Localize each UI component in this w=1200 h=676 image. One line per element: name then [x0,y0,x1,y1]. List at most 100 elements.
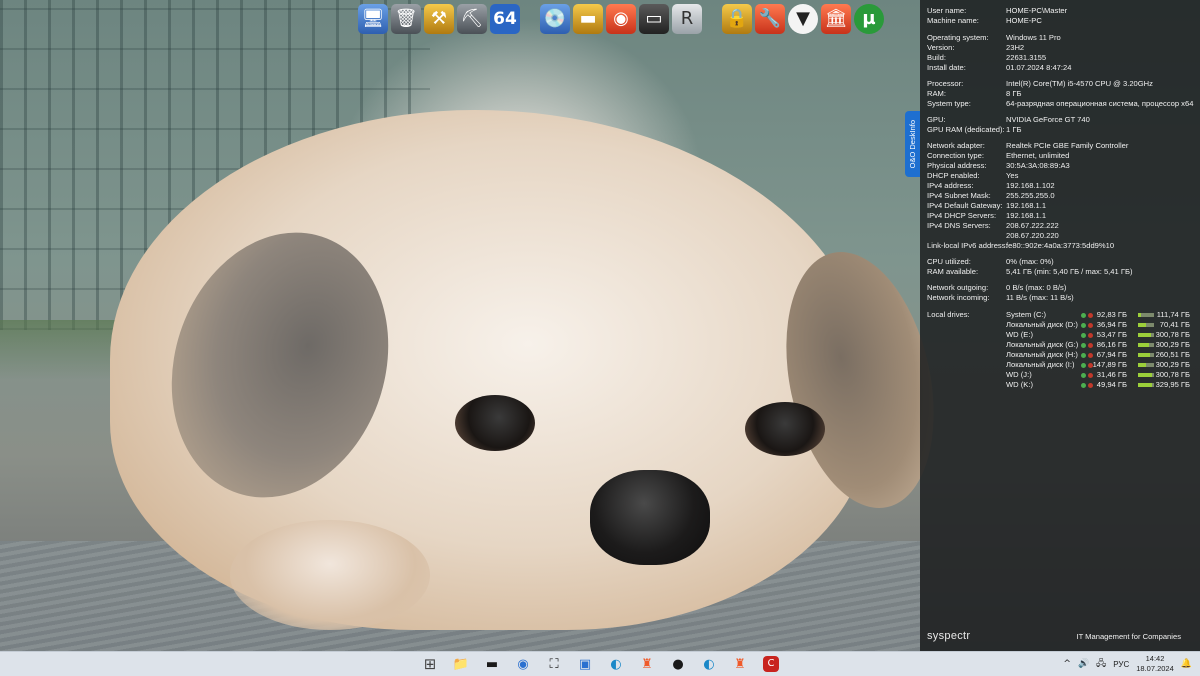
drive-free: 49,94 ГБ [1096,380,1127,389]
drive-status-dot [1088,382,1093,388]
info-key: Processor: [927,79,964,88]
brave-icon[interactable]: ♜ [635,653,659,675]
fox-mask-icon[interactable]: ▼ [788,4,818,34]
volume-icon[interactable]: 🔊 [1078,659,1089,669]
info-row: Operating system: Windows 11 Pro [927,33,1197,43]
aida64-icon[interactable]: 64 [490,4,520,34]
info-row: IPv4 address: 192.168.1.102 [927,181,1197,191]
top-dock: 🖥 🗑 ⚒ ⛏ 64 💿 ▬ ◉ ▭ R 🔒 🔧 ▼ 🏛 µ [358,3,884,35]
red-app-icon[interactable]: C [763,656,779,672]
drive-usage-fill [1138,313,1141,317]
info-value: 11 B/s (max: 11 B/s) [1006,293,1074,302]
info-value: 01.07.2024 8:47:24 [1006,63,1072,72]
network-app-icon[interactable]: ⛶ [542,653,566,675]
info-key: RAM available: [927,267,979,276]
info-row: IPv4 DNS Servers: 208.67.222.222 [927,221,1197,231]
drive-usage-bar [1138,353,1154,357]
tools-icon[interactable]: ⚒ [424,4,454,34]
info-row: 208.67.220.220 [927,231,1197,241]
drive-row: Local drives: System (C:) 92,83 ГБ 111,74 Г… [927,310,1197,320]
image-viewer-icon[interactable]: ▣ [573,653,597,675]
info-row: Machine name: HOME-PC [927,16,1197,26]
info-row: Network outgoing: 0 B/s (max: 0 B/s) [927,283,1197,293]
eye-app-icon[interactable]: ◉ [606,4,636,34]
info-key: Build: [927,53,946,62]
drive-status-dot [1081,352,1086,358]
info-value: 208.67.220.220 [1006,231,1059,240]
wallpaper-dog-paw [230,520,430,630]
notification-bell-icon[interactable]: 🔔 [1181,659,1192,669]
info-row: Physical address: 30:5A:3A:08:89:A3 [927,161,1197,171]
info-value: HOME-PC [1006,16,1042,25]
drive-status-dot [1088,332,1093,338]
drive-row: WD (E:) 53,47 ГБ 300,78 ГБ [927,330,1197,340]
drive-status-dot [1081,362,1086,368]
drive-row: Локальный диск (I:) 147,89 ГБ 300,29 ГБ [927,360,1197,370]
taskbar: ⊞ 📁 ▬ ◉ ⛶ ▣ ◐ ♜ ● ◐ ♜ C ^ 🔊 🖧 РУС 14:42 … [0,651,1200,676]
info-key: Install date: [927,63,966,72]
drive-row: WD (J:) 31,46 ГБ 300,78 ГБ [927,370,1197,380]
drive-usage-bar [1138,323,1154,327]
recycle-bin-icon[interactable]: 🗑 [391,4,421,34]
info-key: DHCP enabled: [927,171,980,180]
chevron-up-icon[interactable]: ^ [1063,659,1071,669]
keyhole-app-icon[interactable]: ● [666,653,690,675]
syspectr-logo[interactable]: syspectr [927,630,970,642]
drive-status-dot [1081,312,1086,318]
edge-beta-icon[interactable]: ◐ [697,653,721,675]
info-row: IPv4 DHCP Servers: 192.168.1.1 [927,211,1197,221]
info-value: HOME-PC\Master [1006,6,1068,15]
brave-beta-icon[interactable]: ♜ [728,653,752,675]
info-value: Realtek PCIe GBE Family Controller [1006,141,1129,150]
hard-drive-icon[interactable]: ▬ [573,4,603,34]
wallpaper-dog-right-eye [745,402,825,456]
drive-app-icon[interactable]: ▬ [480,653,504,675]
drive-status-dot [1081,342,1086,348]
revo-uninstaller-icon[interactable]: R [672,4,702,34]
file-explorer-icon[interactable]: 📁 [449,653,473,675]
disk-drive-icon[interactable]: 💿 [540,4,570,34]
drive-row: Локальный диск (D:) 36,94 ГБ 70,41 ГБ [927,320,1197,330]
network-computer-icon[interactable]: 🖥 [358,4,388,34]
clock[interactable]: 14:42 18.07.2024 [1136,654,1174,674]
system-tray: ^ 🔊 🖧 РУС 14:42 18.07.2024 🔔 [1063,652,1192,676]
drive-total: 329,95 ГБ [1155,380,1190,389]
info-value: 0% (max: 0%) [1006,257,1054,266]
info-row: GPU RAM (dedicated): 1 ГБ [927,125,1197,135]
info-row: Processor: Intel(R) Core(TM) i5-4570 CPU … [927,79,1197,89]
drive-usage-fill [1138,333,1152,337]
tools-fox-icon[interactable]: 🔧 [755,4,785,34]
drive-status-dot [1081,382,1086,388]
info-row: Network adapter: Realtek PCIe GBE Family … [927,141,1197,151]
info-key: GPU RAM (dedicated): [927,125,1005,134]
memory-chip-icon[interactable]: ▭ [639,4,669,34]
info-row: User name: HOME-PC\Master [927,6,1197,16]
drive-status-dot [1088,322,1093,328]
info-value: Yes [1006,171,1019,180]
start-button-icon[interactable]: ⊞ [418,653,442,675]
info-value: 255.255.255.0 [1006,191,1055,200]
info-row: IPv4 Subnet Mask: 255.255.255.0 [927,191,1197,201]
drive-name: WD (J:) [1006,370,1032,379]
drive-free: 92,83 ГБ [1096,310,1127,319]
obs-icon[interactable]: ◉ [511,653,535,675]
utorrent-icon[interactable]: µ [854,4,884,34]
lock-settings-icon[interactable]: 🔒 [722,4,752,34]
info-row: Install date: 01.07.2024 8:47:24 [927,63,1197,73]
edge-icon[interactable]: ◐ [604,653,628,675]
drive-name: WD (K:) [1006,380,1033,389]
drive-usage-bar [1138,373,1154,377]
deskinfo-side-tab[interactable]: O&O DeskInfo [905,111,920,177]
info-row: GPU: NVIDIA GeForce GT 740 [927,115,1197,125]
network-icon[interactable]: 🖧 [1096,656,1106,672]
clock-date: 18.07.2024 [1136,664,1174,673]
info-row: Version: 23H2 [927,43,1197,53]
drive-row: Локальный диск (G:) 86,16 ГБ 300,29 ГБ [927,340,1197,350]
info-value: Intel(R) Core(TM) i5-4570 CPU @ 3.20GHz [1006,79,1153,88]
drive-usage-fill [1138,343,1150,347]
info-key: System type: [927,99,971,108]
colosseum-icon[interactable]: 🏛 [821,4,851,34]
utilities-icon[interactable]: ⛏ [457,4,487,34]
input-language[interactable]: РУС [1113,660,1129,669]
drive-status-dot [1081,322,1086,328]
